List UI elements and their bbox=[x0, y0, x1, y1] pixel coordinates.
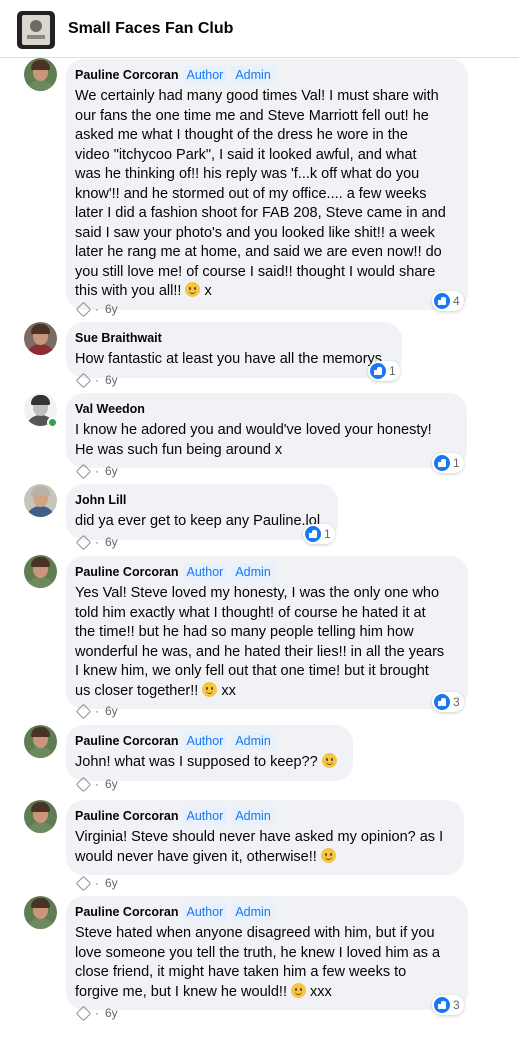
tag-icon[interactable] bbox=[75, 875, 92, 891]
comment-text: did ya ever get to keep any Pauline.lol bbox=[75, 513, 321, 529]
tag-icon[interactable] bbox=[75, 534, 92, 550]
group-title[interactable]: Small Faces Fan Club bbox=[68, 20, 233, 38]
author-badge: Author bbox=[182, 807, 228, 825]
comment-time[interactable]: 6y bbox=[105, 302, 118, 316]
comment-time[interactable]: 6y bbox=[105, 704, 118, 718]
reaction-count[interactable]: 1 bbox=[432, 453, 464, 473]
smiley-emoji-icon bbox=[320, 847, 336, 863]
comment-bubble: Sue Braithwait How fantastic at least yo… bbox=[66, 322, 402, 378]
comment-meta: · 6y bbox=[75, 301, 118, 317]
avatar[interactable] bbox=[24, 555, 57, 588]
avatar[interactable] bbox=[24, 58, 57, 91]
avatar[interactable] bbox=[24, 896, 57, 929]
smiley-emoji-icon bbox=[185, 282, 201, 297]
comment-meta: · 6y bbox=[75, 875, 118, 891]
admin-badge: Admin bbox=[231, 563, 275, 581]
comment-bubble: Pauline Corcoran Author Admin John! what… bbox=[66, 725, 353, 781]
author-badge: Author bbox=[182, 66, 228, 84]
comment-time[interactable]: 6y bbox=[105, 373, 118, 387]
comment-meta: · 6y bbox=[75, 372, 118, 388]
comment-author[interactable]: Pauline Corcoran bbox=[75, 905, 179, 919]
like-icon bbox=[370, 363, 386, 379]
tag-icon[interactable] bbox=[75, 776, 92, 792]
comment-bubble: Pauline Corcoran Author Admin Yes Val! S… bbox=[66, 556, 468, 709]
like-icon bbox=[434, 997, 450, 1013]
reaction-count[interactable]: 1 bbox=[303, 524, 335, 544]
comment-text: I know he adored you and would've loved … bbox=[75, 422, 432, 458]
comment-meta: · 6y bbox=[75, 463, 118, 479]
like-icon bbox=[434, 455, 450, 471]
comment-bubble: Pauline Corcoran Author Admin Steve hate… bbox=[66, 896, 468, 1010]
smiley-emoji-icon bbox=[291, 982, 307, 998]
online-status-icon bbox=[47, 417, 58, 428]
tag-icon[interactable] bbox=[75, 301, 92, 317]
comment-text: Yes Val! Steve loved my honesty, I was t… bbox=[75, 585, 445, 699]
tag-icon[interactable] bbox=[75, 372, 92, 388]
comment-bubble: John Lill did ya ever get to keep any Pa… bbox=[66, 484, 338, 540]
admin-badge: Admin bbox=[231, 732, 275, 750]
author-badge: Author bbox=[182, 732, 228, 750]
tag-icon[interactable] bbox=[75, 1005, 92, 1021]
avatar[interactable] bbox=[24, 800, 57, 833]
comment-bubble: Val Weedon I know he adored you and woul… bbox=[66, 393, 467, 468]
comment-text: How fantastic at least you have all the … bbox=[75, 351, 383, 367]
author-badge: Author bbox=[182, 563, 228, 581]
reaction-count[interactable]: 1 bbox=[368, 361, 400, 381]
comment-author[interactable]: Pauline Corcoran bbox=[75, 68, 179, 82]
comment-author[interactable]: Val Weedon bbox=[75, 402, 145, 416]
smiley-emoji-icon bbox=[321, 753, 337, 768]
smiley-emoji-icon bbox=[202, 681, 218, 697]
comment-bubble: Pauline Corcoran Author Admin We certain… bbox=[66, 59, 468, 310]
comment-author[interactable]: Pauline Corcoran bbox=[75, 565, 179, 579]
comment-text: John! what was I supposed to keep?? bbox=[75, 753, 341, 773]
admin-badge: Admin bbox=[231, 903, 275, 921]
comment-time[interactable]: 6y bbox=[105, 1006, 118, 1020]
admin-badge: Admin bbox=[231, 807, 275, 825]
like-icon bbox=[305, 526, 321, 542]
tag-icon[interactable] bbox=[75, 703, 92, 719]
comment-time[interactable]: 6y bbox=[105, 464, 118, 478]
comment-text: Virginia! Steve should never have asked … bbox=[75, 829, 444, 865]
like-icon bbox=[434, 293, 450, 309]
comment-author[interactable]: Pauline Corcoran bbox=[75, 734, 179, 748]
group-cover-avatar[interactable] bbox=[17, 11, 55, 49]
comment-text: Steve hated when anyone disagreed with h… bbox=[75, 925, 441, 1000]
group-header: Small Faces Fan Club bbox=[0, 0, 519, 58]
reaction-count[interactable]: 3 bbox=[432, 692, 464, 712]
comment-time[interactable]: 6y bbox=[105, 777, 118, 791]
comment-bubble: Pauline Corcoran Author Admin Virginia! … bbox=[66, 800, 464, 875]
like-icon bbox=[434, 694, 450, 710]
comment-meta: · 6y bbox=[75, 776, 118, 792]
author-badge: Author bbox=[182, 903, 228, 921]
comment-author[interactable]: John Lill bbox=[75, 493, 126, 507]
comment-time[interactable]: 6y bbox=[105, 876, 118, 890]
reaction-count[interactable]: 3 bbox=[432, 995, 464, 1015]
admin-badge: Admin bbox=[231, 66, 275, 84]
comments-feed: Pauline Corcoran Author Admin We certain… bbox=[0, 58, 519, 1037]
comment-text: We certainly had many good times Val! I … bbox=[75, 88, 446, 299]
comment-meta: · 6y bbox=[75, 703, 118, 719]
comment-meta: · 6y bbox=[75, 534, 118, 550]
comment-time[interactable]: 6y bbox=[105, 535, 118, 549]
tag-icon[interactable] bbox=[75, 463, 92, 479]
avatar[interactable] bbox=[24, 484, 57, 517]
reaction-count[interactable]: 4 bbox=[432, 291, 464, 311]
comment-meta: · 6y bbox=[75, 1005, 118, 1021]
avatar[interactable] bbox=[24, 725, 57, 758]
comment-author[interactable]: Pauline Corcoran bbox=[75, 809, 179, 823]
avatar[interactable] bbox=[24, 322, 57, 355]
comment-author[interactable]: Sue Braithwait bbox=[75, 331, 162, 345]
